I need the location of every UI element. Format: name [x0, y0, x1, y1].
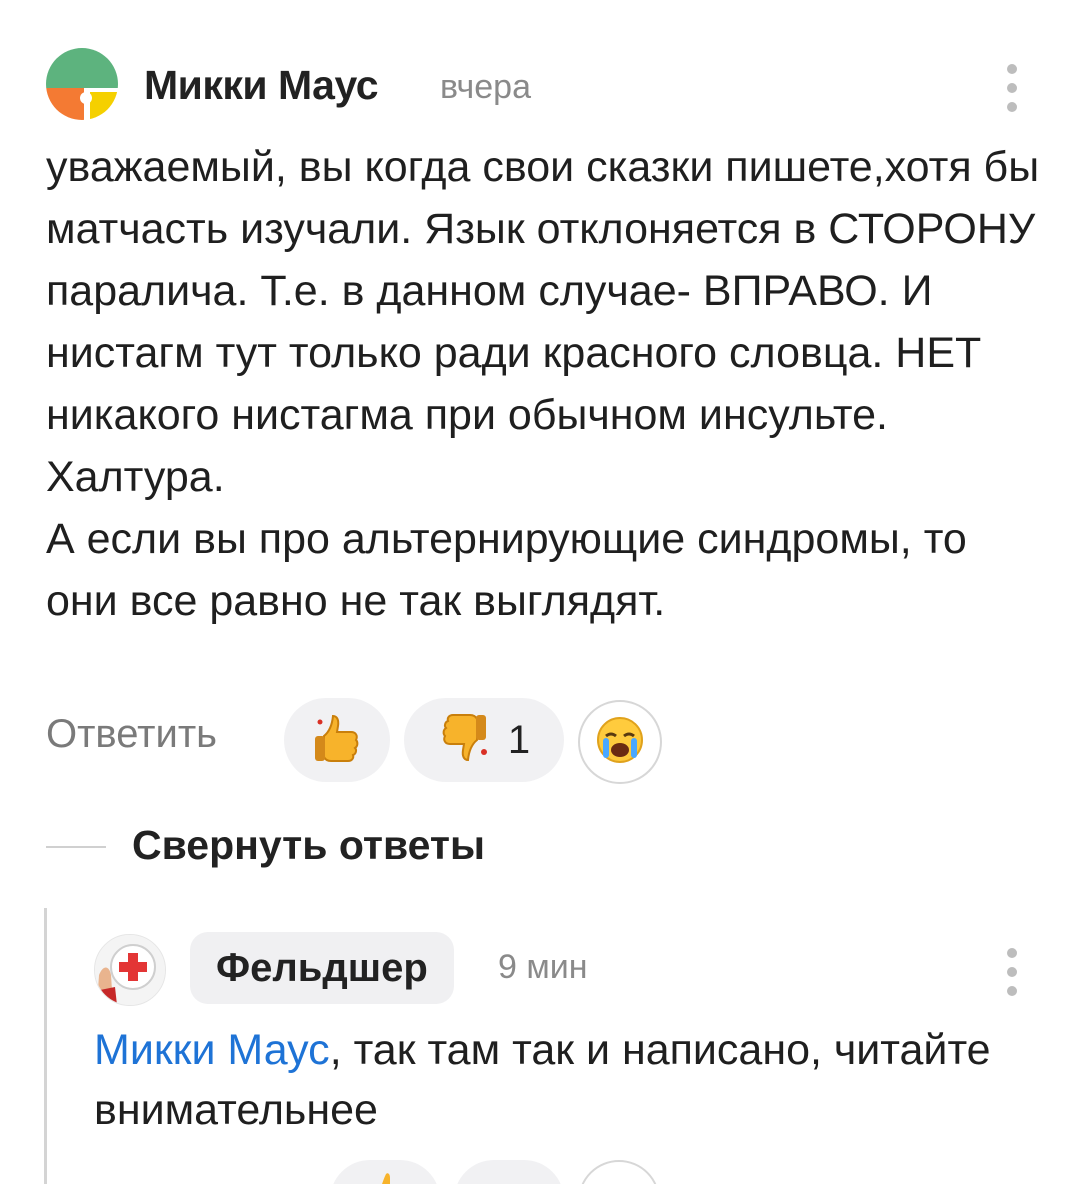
mention-link[interactable]: Микки Маус — [94, 1026, 330, 1074]
reply-header: Фельдшер 9 мин — [94, 930, 1044, 1006]
thread-line — [44, 908, 47, 1184]
thumbs-up-icon — [311, 712, 363, 769]
comment-paragraph: уважаемый, вы когда свои сказки пишете,х… — [46, 143, 1040, 501]
more-options-icon[interactable] — [1002, 948, 1022, 996]
reply-actions — [330, 1160, 730, 1184]
reply-body: Микки Маус, так там так и написано, чита… — [94, 1020, 1034, 1140]
comment-body: уважаемый, вы когда свои сказки пишете,х… — [46, 136, 1046, 632]
avatar[interactable] — [46, 48, 118, 120]
collapse-replies-label: Свернуть ответы — [132, 822, 485, 868]
like-button[interactable] — [284, 698, 390, 782]
dislike-button[interactable]: 1 — [404, 698, 564, 782]
crying-face-icon — [594, 714, 646, 771]
comments-screen: Микки Маус вчера уважаемый, вы когда сво… — [0, 0, 1080, 1184]
reply-author[interactable]: Фельдшер — [190, 932, 454, 1004]
comment-time: вчера — [440, 68, 531, 106]
emoji-reaction-button[interactable] — [578, 700, 662, 784]
more-options-icon[interactable] — [1002, 64, 1022, 112]
thumbs-up-icon — [382, 1173, 390, 1184]
divider — [46, 846, 106, 848]
comment-header: Микки Маус вчера — [46, 48, 1046, 120]
comment-paragraph: А если вы про альтернирующие синдромы, т… — [46, 515, 967, 625]
avatar[interactable] — [94, 934, 166, 1006]
comment-author[interactable]: Микки Маус — [144, 62, 379, 109]
dislike-count: 1 — [507, 717, 531, 762]
collapse-replies-button[interactable]: Свернуть ответы — [46, 820, 646, 876]
reply-time: 9 мин — [498, 948, 588, 986]
thumbs-down-icon — [438, 712, 490, 769]
thumbs-down-icon — [454, 1160, 564, 1184]
like-button[interactable] — [330, 1160, 440, 1184]
comment-actions: Ответить 1 — [46, 698, 746, 784]
reply-button[interactable]: Ответить — [46, 712, 217, 757]
dislike-button[interactable] — [454, 1160, 564, 1184]
emoji-reaction-button[interactable] — [578, 1160, 660, 1184]
